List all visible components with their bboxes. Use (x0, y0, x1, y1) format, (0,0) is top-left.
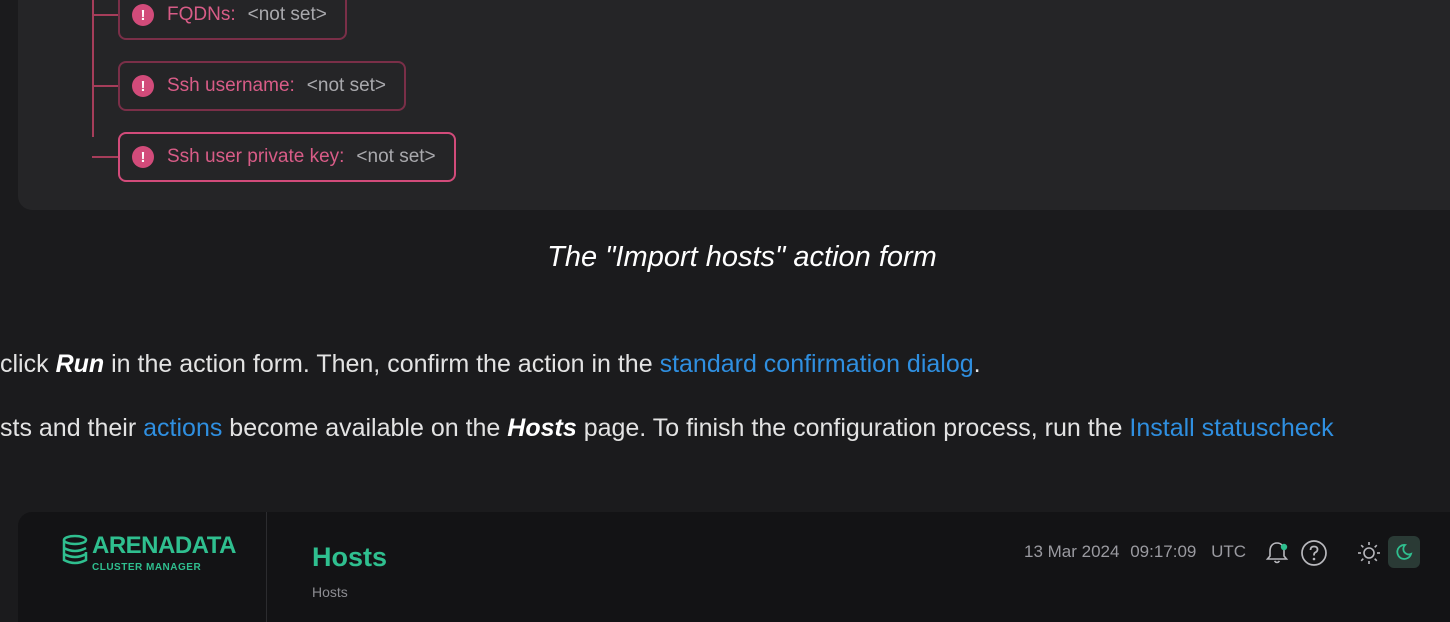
text: . (973, 350, 981, 378)
moon-icon[interactable] (1388, 536, 1420, 568)
help-icon[interactable] (1299, 538, 1329, 568)
page-title: Hosts (312, 542, 388, 572)
clock-date: 13 Mar 2024 (1024, 542, 1120, 561)
error-icon: ! (132, 146, 154, 168)
logo-subtitle: CLUSTER MANAGER (92, 562, 202, 573)
action-form-panel: ! FQDNs: <not set> ! Ssh username: <not … (18, 0, 1450, 210)
actions-link[interactable]: actions (143, 414, 222, 442)
field-label: Ssh user private key: (167, 146, 345, 167)
tree-branch (92, 156, 120, 158)
confirmation-dialog-link[interactable]: standard confirmation dialog (660, 350, 974, 378)
paragraph-hosts-available: sts and their actions become available o… (0, 414, 1334, 443)
tree-branch (92, 85, 120, 87)
clock: 13 Mar 2024 09:17:09 UTC (1024, 542, 1252, 562)
field-value: <not set> (356, 146, 436, 167)
field-value: <not set> (247, 4, 327, 25)
field-value: <not set> (306, 75, 387, 96)
error-icon: ! (132, 75, 154, 97)
clock-time: 09:17:09 (1130, 542, 1197, 561)
text: sts and their (0, 414, 144, 442)
logo-mark-icon (62, 534, 88, 565)
bell-icon[interactable] (1262, 538, 1292, 568)
install-statuscheck-link[interactable]: Install statuscheck (1129, 414, 1333, 442)
figure-caption: The "Import hosts" action form (547, 241, 937, 273)
field-label: Ssh username: (167, 75, 295, 96)
field-label: FQDNs: (167, 4, 236, 25)
sidebar-divider (266, 512, 267, 622)
error-icon: ! (132, 4, 154, 26)
tree-branch (92, 14, 120, 16)
field-ssh-username[interactable]: ! Ssh username: <not set> (118, 61, 407, 111)
text: in the action form. Then, confirm the ac… (104, 350, 660, 378)
field-fqdns[interactable]: ! FQDNs: <not set> (118, 0, 347, 40)
paragraph-run-action: click Run in the action form. Then, conf… (0, 350, 981, 379)
clock-timezone: UTC (1211, 542, 1247, 561)
field-ssh-private-key[interactable]: ! Ssh user private key: <not set> (118, 132, 456, 182)
text: page. To finish the configuration proces… (576, 414, 1130, 442)
text: click (0, 350, 56, 378)
text: become available on the (222, 414, 508, 442)
arenadata-logo: ARENADATA CLUSTER MANAGER (62, 532, 236, 574)
app-header-screenshot: ARENADATA CLUSTER MANAGER Hosts Hosts 13… (18, 512, 1450, 622)
run-emphasis: Run (55, 350, 105, 378)
tree-connector (92, 0, 94, 137)
hosts-emphasis: Hosts (507, 414, 577, 442)
sun-icon[interactable] (1354, 538, 1384, 568)
logo-wordmark: ARENADATA (92, 532, 236, 559)
breadcrumb[interactable]: Hosts (312, 584, 348, 600)
